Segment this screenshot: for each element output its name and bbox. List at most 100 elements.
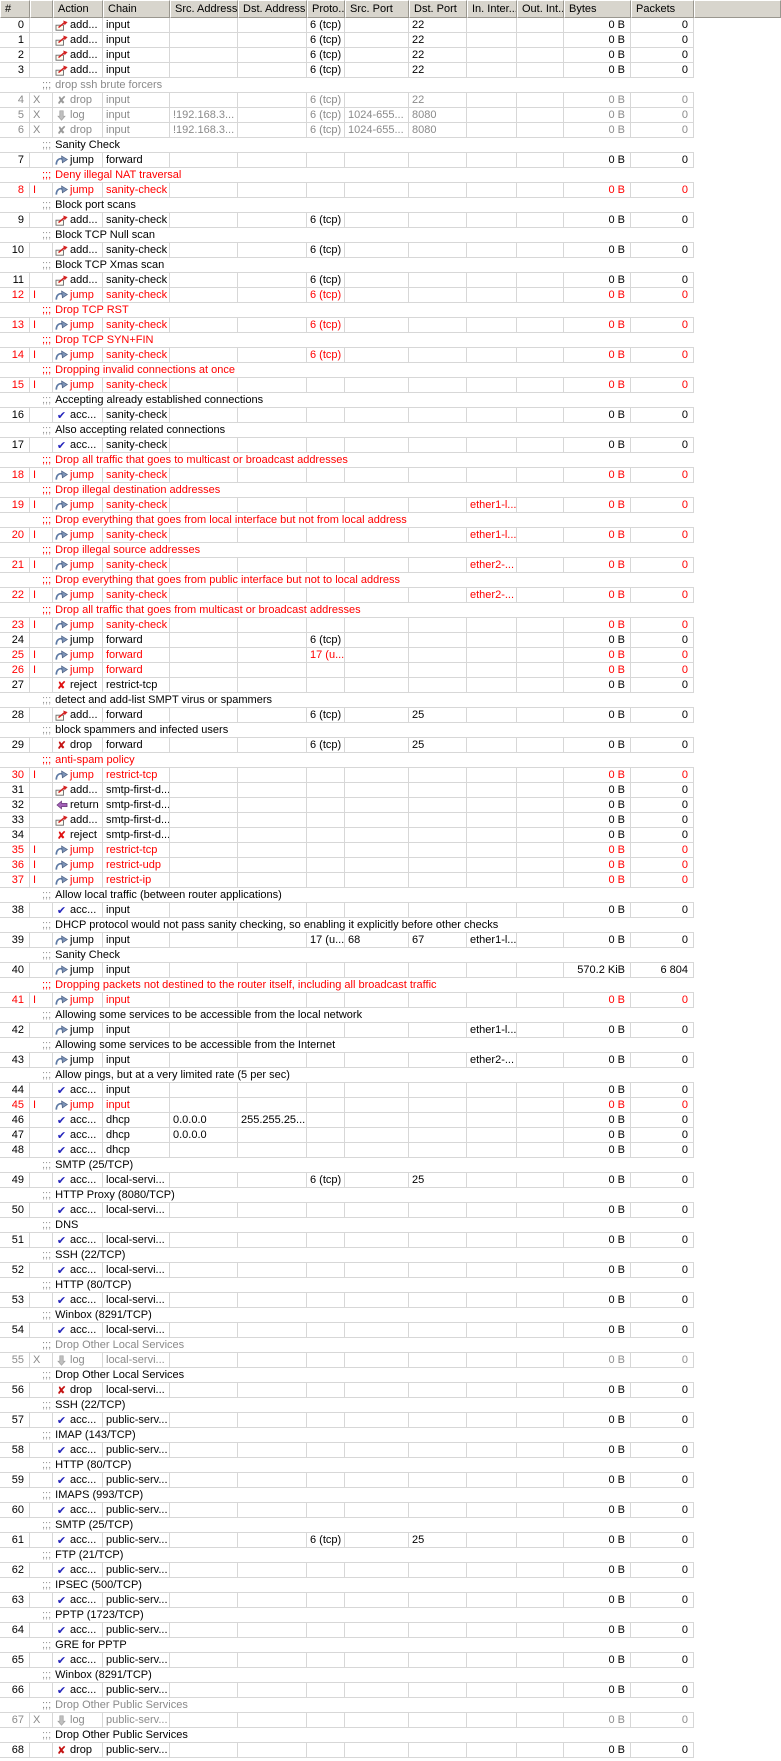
- rule-row[interactable]: 20 Ijump sanity-check ether1-l... 0 B0: [0, 528, 694, 543]
- rule-row[interactable]: 25 Ijump forward 17 (u... 0 B0: [0, 648, 694, 663]
- comment-row[interactable]: ;;; PPTP (1723/TCP): [0, 1608, 694, 1623]
- comment-row[interactable]: ;;; FTP (21/TCP): [0, 1548, 694, 1563]
- comment-row[interactable]: ;;; block spammers and infected users: [0, 723, 694, 738]
- column-header-out-int[interactable]: Out. Int...: [517, 0, 564, 18]
- comment-row[interactable]: ;;; Allowing some services to be accessib…: [0, 1008, 694, 1023]
- comment-row[interactable]: ;;; Dropping packets not destined to the …: [0, 978, 694, 993]
- comment-row[interactable]: ;;; Drop Other Public Services: [0, 1698, 694, 1713]
- comment-row[interactable]: ;;; Dropping invalid connections at once: [0, 363, 694, 378]
- rule-row[interactable]: 41 Ijump input 0 B0: [0, 993, 694, 1008]
- column-header-chain[interactable]: Chain: [103, 0, 170, 18]
- rule-row[interactable]: 58 ✔ acc... public-serv... 0 B0: [0, 1443, 694, 1458]
- comment-row[interactable]: ;;; Sanity Check: [0, 138, 694, 153]
- rule-row[interactable]: 21 Ijump sanity-check ether2-... 0 B0: [0, 558, 694, 573]
- comment-row[interactable]: ;;; Accepting already established connect…: [0, 393, 694, 408]
- rule-row[interactable]: 68 ✘ drop public-serv... 0 B0: [0, 1743, 694, 1758]
- comment-row[interactable]: ;;; HTTP (80/TCP): [0, 1458, 694, 1473]
- rule-row[interactable]: 55 Xlog local-servi... 0 B0: [0, 1353, 694, 1368]
- column-header-dst-port[interactable]: Dst. Port: [409, 0, 467, 18]
- comment-row[interactable]: ;;; Drop TCP RST: [0, 303, 694, 318]
- comment-row[interactable]: ;;; GRE for PPTP: [0, 1638, 694, 1653]
- comment-row[interactable]: ;;; Block TCP Null scan: [0, 228, 694, 243]
- column-header-action[interactable]: Action: [53, 0, 103, 18]
- rule-row[interactable]: 35 Ijump restrict-tcp 0 B0: [0, 843, 694, 858]
- rule-row[interactable]: 60 ✔ acc... public-serv... 0 B0: [0, 1503, 694, 1518]
- comment-row[interactable]: ;;; SSH (22/TCP): [0, 1398, 694, 1413]
- rule-row[interactable]: 19 Ijump sanity-check ether1-l... 0 B0: [0, 498, 694, 513]
- rule-row[interactable]: 56 ✘ drop local-servi... 0 B0: [0, 1383, 694, 1398]
- comment-row[interactable]: ;;; IPSEC (500/TCP): [0, 1578, 694, 1593]
- comment-row[interactable]: ;;; Drop Other Public Services: [0, 1728, 694, 1743]
- rule-row[interactable]: 3 add... input 6 (tcp) 22 0 B0: [0, 63, 694, 78]
- column-header-in-inter[interactable]: In. Inter...: [467, 0, 517, 18]
- comment-row[interactable]: ;;; Allow pings, but at a very limited ra…: [0, 1068, 694, 1083]
- rule-row[interactable]: 50 ✔ acc... local-servi... 0 B0: [0, 1203, 694, 1218]
- comment-row[interactable]: ;;; Drop TCP SYN+FIN: [0, 333, 694, 348]
- rule-row[interactable]: 64 ✔ acc... public-serv... 0 B0: [0, 1623, 694, 1638]
- rule-row[interactable]: 44 ✔ acc... input 0 B0: [0, 1083, 694, 1098]
- column-header-bytes[interactable]: Bytes: [564, 0, 631, 18]
- comment-row[interactable]: ;;; anti-spam policy: [0, 753, 694, 768]
- comment-row[interactable]: ;;; Allow local traffic (between router a…: [0, 888, 694, 903]
- comment-row[interactable]: ;;; Drop everything that goes from local …: [0, 513, 694, 528]
- rule-row[interactable]: 47 ✔ acc... dhcp 0.0.0.0 0 B0: [0, 1128, 694, 1143]
- column-header-#[interactable]: #: [0, 0, 30, 18]
- rule-row[interactable]: 28 add... forward 6 (tcp) 25 0 B0: [0, 708, 694, 723]
- rule-row[interactable]: 51 ✔ acc... local-servi... 0 B0: [0, 1233, 694, 1248]
- rule-row[interactable]: 39 jump input 17 (u... 68 67 ether1-l... 0 B0: [0, 933, 694, 948]
- rule-row[interactable]: 24 jump forward 6 (tcp) 0 B0: [0, 633, 694, 648]
- rule-row[interactable]: 48 ✔ acc... dhcp 0 B0: [0, 1143, 694, 1158]
- rule-row[interactable]: 10 add... sanity-check 6 (tcp) 0 B0: [0, 243, 694, 258]
- rule-row[interactable]: 23 Ijump sanity-check 0 B0: [0, 618, 694, 633]
- rule-row[interactable]: 49 ✔ acc... local-servi... 6 (tcp) 25 0 B0: [0, 1173, 694, 1188]
- rule-row[interactable]: 0 add... input 6 (tcp) 22 0 B0: [0, 18, 694, 33]
- comment-row[interactable]: ;;; Drop all traffic that goes to multica…: [0, 453, 694, 468]
- comment-row[interactable]: ;;; IMAPS (993/TCP): [0, 1488, 694, 1503]
- comment-row[interactable]: ;;; DHCP protocol would not pass sanity c…: [0, 918, 694, 933]
- comment-row[interactable]: ;;; Deny illegal NAT traversal: [0, 168, 694, 183]
- rule-row[interactable]: 37 Ijump restrict-ip 0 B0: [0, 873, 694, 888]
- column-header-dst-address[interactable]: Dst. Address: [238, 0, 307, 18]
- rule-row[interactable]: 54 ✔ acc... local-servi... 0 B0: [0, 1323, 694, 1338]
- rule-row[interactable]: 15 Ijump sanity-check 0 B0: [0, 378, 694, 393]
- comment-row[interactable]: ;;; SMTP (25/TCP): [0, 1518, 694, 1533]
- column-header-flags[interactable]: [30, 0, 53, 18]
- comment-row[interactable]: ;;; Block TCP Xmas scan: [0, 258, 694, 273]
- rule-row[interactable]: 7 jump forward 0 B0: [0, 153, 694, 168]
- column-header-src-port[interactable]: Src. Port: [345, 0, 409, 18]
- rule-row[interactable]: 42 jump input ether1-l... 0 B0: [0, 1023, 694, 1038]
- comment-row[interactable]: ;;; detect and add-list SMPT virus or spa…: [0, 693, 694, 708]
- comment-row[interactable]: ;;; Block port scans: [0, 198, 694, 213]
- comment-row[interactable]: ;;; Sanity Check: [0, 948, 694, 963]
- rule-row[interactable]: 31 add... smtp-first-d... 0 B0: [0, 783, 694, 798]
- rule-row[interactable]: 46 ✔ acc... dhcp 0.0.0.0 255.255.25... 0 B0: [0, 1113, 694, 1128]
- rule-row[interactable]: 63 ✔ acc... public-serv... 0 B0: [0, 1593, 694, 1608]
- column-header-packets[interactable]: Packets: [631, 0, 694, 18]
- comment-row[interactable]: ;;; Drop everything that goes from public…: [0, 573, 694, 588]
- rule-row[interactable]: 59 ✔ acc... public-serv... 0 B0: [0, 1473, 694, 1488]
- rule-row[interactable]: 43 jump input ether2-... 0 B0: [0, 1053, 694, 1068]
- comment-row[interactable]: ;;; Also accepting related connections: [0, 423, 694, 438]
- rule-row[interactable]: 8 Ijump sanity-check 0 B0: [0, 183, 694, 198]
- rule-row[interactable]: 11 add... sanity-check 6 (tcp) 0 B0: [0, 273, 694, 288]
- comment-row[interactable]: ;;; drop ssh brute forcers: [0, 78, 694, 93]
- column-header-src-address[interactable]: Src. Address: [170, 0, 238, 18]
- comment-row[interactable]: ;;; Winbox (8291/TCP): [0, 1668, 694, 1683]
- rule-row[interactable]: 29 ✘ drop forward 6 (tcp) 25 0 B0: [0, 738, 694, 753]
- rule-row[interactable]: 1 add... input 6 (tcp) 22 0 B0: [0, 33, 694, 48]
- rule-row[interactable]: 12 Ijump sanity-check 6 (tcp) 0 B0: [0, 288, 694, 303]
- rule-row[interactable]: 4 X ✘ drop input 6 (tcp) 22 0 B0: [0, 93, 694, 108]
- rule-row[interactable]: 65 ✔ acc... public-serv... 0 B0: [0, 1653, 694, 1668]
- rule-row[interactable]: 13 Ijump sanity-check 6 (tcp) 0 B0: [0, 318, 694, 333]
- rule-row[interactable]: 53 ✔ acc... local-servi... 0 B0: [0, 1293, 694, 1308]
- rule-row[interactable]: 5 Xlog input !192.168.3... 6 (tcp) 1024-655..…: [0, 108, 694, 123]
- rule-row[interactable]: 17 ✔ acc... sanity-check 0 B0: [0, 438, 694, 453]
- rule-row[interactable]: 62 ✔ acc... public-serv... 0 B0: [0, 1563, 694, 1578]
- comment-row[interactable]: ;;; IMAP (143/TCP): [0, 1428, 694, 1443]
- rule-row[interactable]: 38 ✔ acc... input 0 B0: [0, 903, 694, 918]
- column-header-proto[interactable]: Proto...: [307, 0, 345, 18]
- rule-row[interactable]: 2 add... input 6 (tcp) 22 0 B0: [0, 48, 694, 63]
- rule-row[interactable]: 45 Ijump input 0 B0: [0, 1098, 694, 1113]
- rule-row[interactable]: 22 Ijump sanity-check ether2-... 0 B0: [0, 588, 694, 603]
- comment-row[interactable]: ;;; Winbox (8291/TCP): [0, 1308, 694, 1323]
